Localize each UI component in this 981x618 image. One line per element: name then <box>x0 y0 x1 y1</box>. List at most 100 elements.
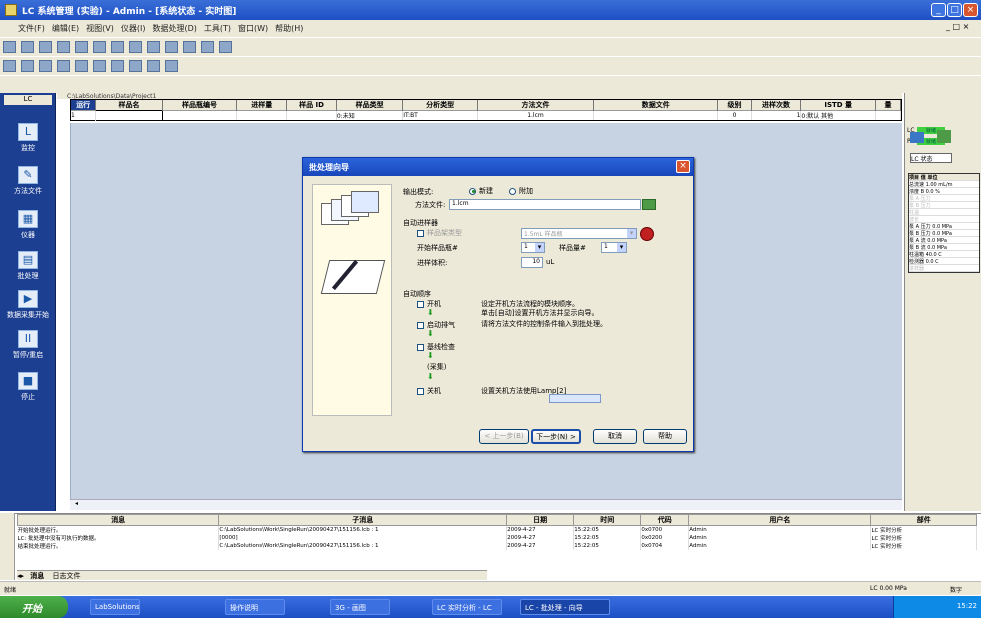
method-file-input[interactable]: 1.lcm <box>449 199 641 210</box>
table-row[interactable]: LC: 批处理中没有可执行的数据。 [0000] 2009-4-27 15:22:05… <box>17 534 977 542</box>
step-baseline-checkbox[interactable]: 基线检查 <box>417 342 455 352</box>
log-col-date[interactable]: 日期 <box>506 514 575 526</box>
taskbar-item[interactable]: LC 实时分析 - LC <box>432 599 502 615</box>
col-analysis-type[interactable]: 分析类型 <box>402 100 478 111</box>
monitor-button-icon[interactable] <box>910 132 924 143</box>
taskbar-item[interactable]: LabSolutions <box>90 599 140 615</box>
horizontal-scrollbar[interactable]: ◂ <box>70 499 902 510</box>
batch-table-icon[interactable] <box>57 60 70 72</box>
next-button[interactable]: 下一步(N) > <box>531 429 581 444</box>
taskbar-item[interactable]: 3G - 画图 <box>330 599 390 615</box>
cell-run[interactable]: 1 <box>71 110 97 120</box>
menu-help[interactable]: 帮助(H) <box>275 24 303 33</box>
app-icon[interactable] <box>5 4 17 16</box>
cell-vial[interactable] <box>162 110 238 120</box>
col-volume[interactable]: 进样量 <box>236 100 288 111</box>
dialog-close-button[interactable]: × <box>676 160 690 173</box>
report-icon[interactable] <box>111 60 124 72</box>
table-icon[interactable] <box>147 41 160 53</box>
log-panel-handle[interactable] <box>0 513 15 580</box>
col-run[interactable]: 运行 <box>71 100 97 111</box>
col-level[interactable]: 级别 <box>717 100 752 111</box>
taskbar-item[interactable]: LC - 批处理 - 向导 <box>520 599 610 615</box>
table-row[interactable]: 结束批处理运行。 C:\LabSolutions\Work\SingleRun\2… <box>17 542 977 550</box>
cell-data-file[interactable] <box>593 110 719 120</box>
batch-start-icon[interactable] <box>39 60 52 72</box>
print-icon[interactable] <box>57 41 70 53</box>
wizard-icon[interactable] <box>75 60 88 72</box>
nav-item-start-acquisition[interactable]: ▶ 数据采集开始 <box>4 290 52 320</box>
col-sample-type[interactable]: 样品类型 <box>336 100 404 111</box>
help-icon[interactable] <box>183 41 196 53</box>
log-col-message[interactable]: 消息 <box>16 514 220 526</box>
maximize-button[interactable]: □ <box>947 3 962 17</box>
menu-window[interactable]: 窗口(W) <box>238 24 268 33</box>
menu-view[interactable]: 视图(V) <box>86 24 114 33</box>
new-icon[interactable] <box>3 41 16 53</box>
cancel-button[interactable]: 取消 <box>593 429 637 444</box>
tool-icon[interactable] <box>147 60 160 72</box>
cell-injections[interactable]: 1 <box>751 110 802 120</box>
step-purge-checkbox[interactable]: 启动排气 <box>417 320 455 330</box>
table-row[interactable]: 1 0:未知 IT:BT 1.lcm 0 1 0:默认 其他 <box>71 110 901 121</box>
log-col-submessage[interactable]: 子消息 <box>218 514 508 526</box>
sample-count-select[interactable]: 1 <box>601 242 627 253</box>
col-sample-id[interactable]: 样品 ID <box>286 100 337 111</box>
col-vial[interactable]: 样品瓶编号 <box>162 100 238 111</box>
mail-icon[interactable] <box>165 60 178 72</box>
start-button[interactable]: 开始 <box>0 596 68 618</box>
add-row-icon[interactable] <box>165 41 178 53</box>
cut-icon[interactable] <box>93 41 106 53</box>
menu-data[interactable]: 数据处理(D) <box>152 24 196 33</box>
cell-istd[interactable]: 0:默认 其他 <box>800 110 877 120</box>
cell-level[interactable]: 0 <box>717 110 752 120</box>
cell-sample-type[interactable]: 0:未知 <box>336 110 404 120</box>
cell-amount[interactable] <box>875 110 901 120</box>
radio-new[interactable]: 新建 <box>469 186 493 196</box>
log-col-time[interactable]: 时间 <box>573 514 642 526</box>
arrow-right-icon[interactable] <box>219 41 232 53</box>
close-button[interactable]: × <box>963 3 978 17</box>
radio-append[interactable]: 附加 <box>509 186 533 196</box>
copy-icon[interactable] <box>111 41 124 53</box>
folder-icon[interactable] <box>93 60 106 72</box>
print-preview-icon[interactable] <box>75 41 88 53</box>
col-injections[interactable]: 进样次数 <box>751 100 802 111</box>
minimize-button[interactable]: _ <box>931 3 946 17</box>
col-method-file[interactable]: 方法文件 <box>477 100 595 111</box>
batch-open-icon[interactable] <box>3 60 16 72</box>
settings-icon[interactable] <box>201 41 214 53</box>
batch-save-icon[interactable] <box>21 60 34 72</box>
nav-item-pause[interactable]: II 暂停/重启 <box>4 330 52 360</box>
log-col-code[interactable]: 代码 <box>640 514 690 526</box>
rack-type-checkbox[interactable]: 样品架类型 <box>417 228 462 238</box>
table-row[interactable]: 开始批处理运行。 C:\LabSolutions\Work\SingleRun\2… <box>17 525 977 534</box>
tab-nav-arrows[interactable]: ◂▸ <box>17 572 24 580</box>
cell-volume[interactable] <box>236 110 288 120</box>
col-sample-name[interactable]: 样品名 <box>95 100 163 111</box>
save-icon[interactable] <box>39 41 52 53</box>
log-col-user[interactable]: 用户名 <box>688 514 872 526</box>
tab-messages[interactable]: 消息 <box>30 572 44 580</box>
nav-item-instrument[interactable]: ▦ 仪器 <box>4 210 52 240</box>
mdi-controls[interactable]: _ □ × <box>946 22 969 31</box>
nav-item-stop[interactable]: ■ 停止 <box>4 372 52 402</box>
menu-instrument[interactable]: 仪器(I) <box>121 24 146 33</box>
nav-item-method-file[interactable]: ✎ 方法文件 <box>4 166 52 196</box>
inj-volume-input[interactable]: 10 <box>521 257 543 268</box>
col-istd[interactable]: ISTD 量 <box>800 100 877 111</box>
paste-icon[interactable] <box>129 41 142 53</box>
cell-method-file[interactable]: 1.lcm <box>477 110 595 120</box>
back-button[interactable]: < 上一步(B) <box>479 429 529 444</box>
instrument-button-icon[interactable] <box>937 130 951 143</box>
help-button[interactable]: 帮助 <box>643 429 687 444</box>
menu-edit[interactable]: 编辑(E) <box>52 24 79 33</box>
tab-log-file[interactable]: 日志文件 <box>53 572 81 580</box>
start-vial-select[interactable]: 1 <box>521 242 545 253</box>
menu-tools[interactable]: 工具(T) <box>204 24 231 33</box>
cell-sample-name[interactable] <box>95 110 163 121</box>
rack-type-select[interactable]: 1.5mL 样品瓶 <box>521 228 637 239</box>
col-amount[interactable]: 量 <box>875 100 901 111</box>
col-data-file[interactable]: 数据文件 <box>593 100 719 111</box>
step-shutdown-checkbox[interactable]: 关机 <box>417 386 441 396</box>
